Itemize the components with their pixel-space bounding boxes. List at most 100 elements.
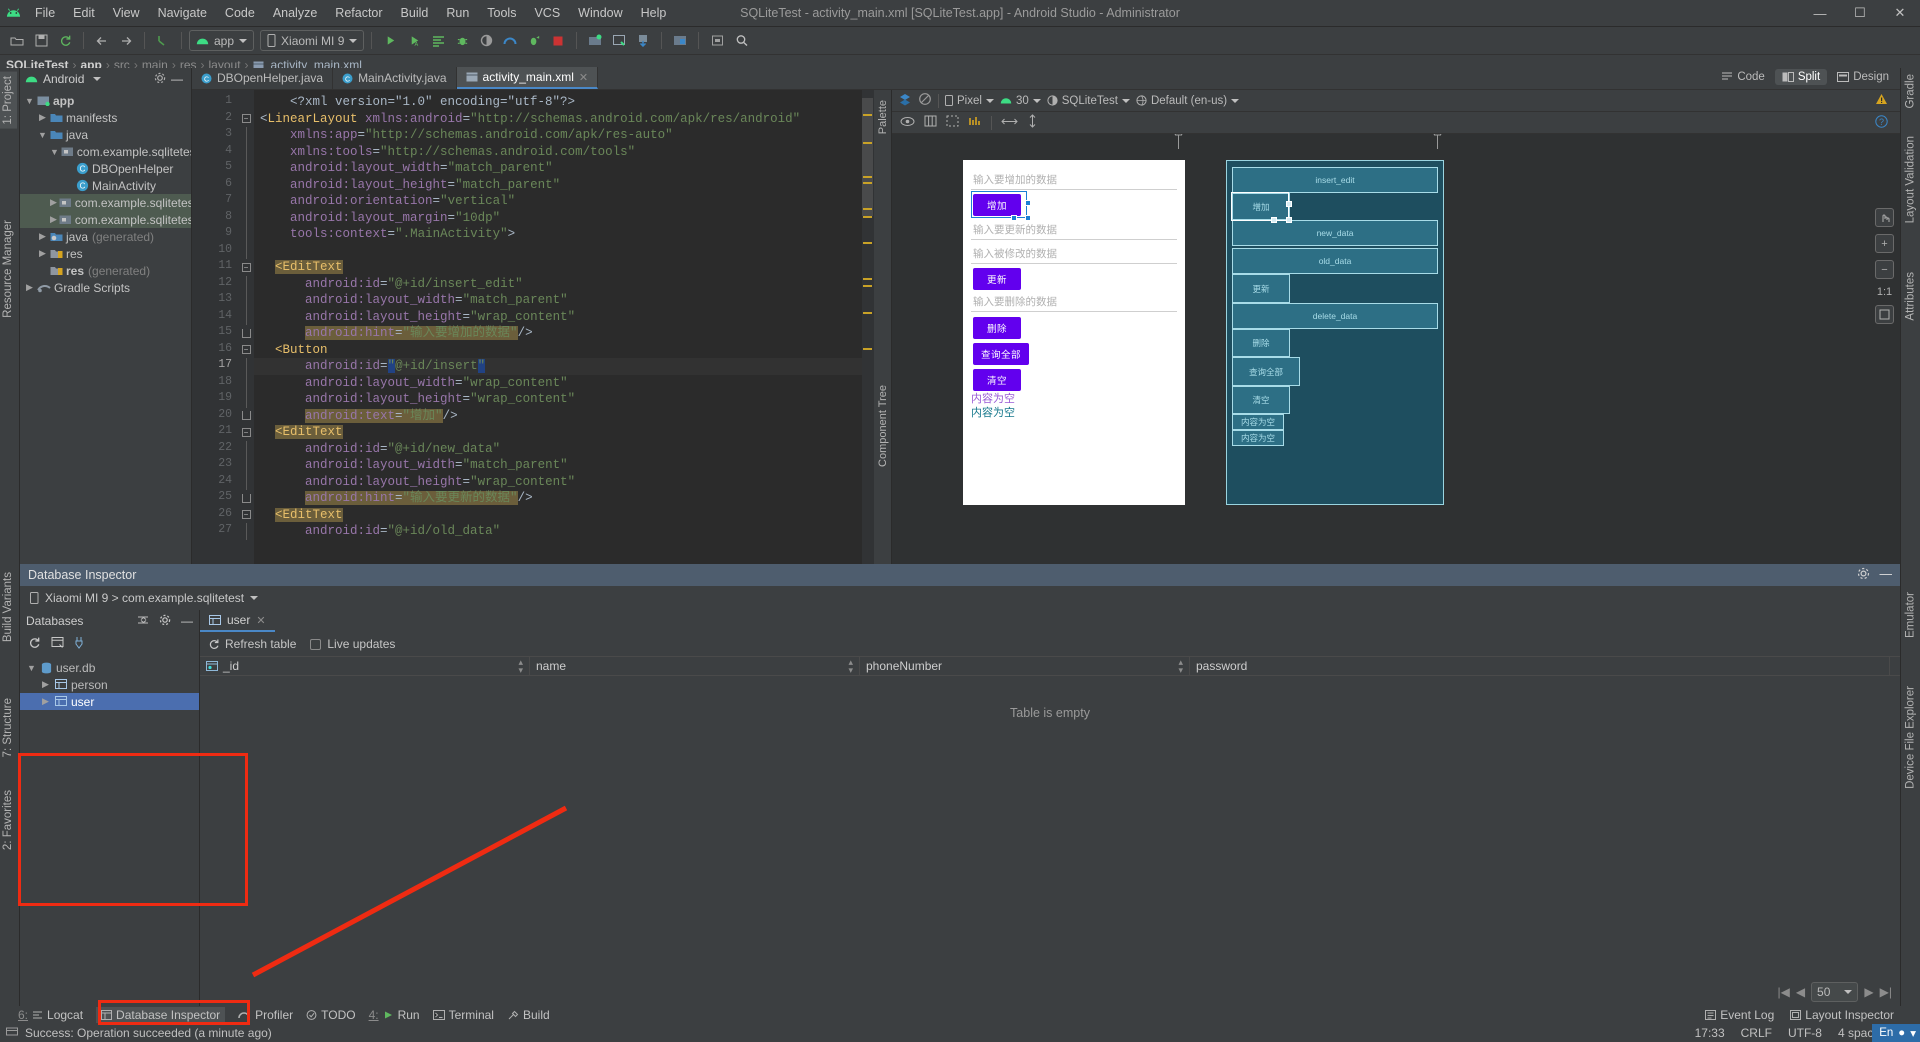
debug-run-icon[interactable]: A [403,30,425,52]
code-fold-toggle[interactable] [238,408,254,425]
device-selector[interactable]: Xiaomi MI 9 [260,30,365,51]
blueprint-button[interactable]: 清空 [1232,386,1290,414]
code-line[interactable]: android:hint="输入要增加的数据"/> [254,325,862,342]
chevron-right-icon[interactable]: ▶ [50,197,57,208]
db-tree-node-user-db[interactable]: ▼ user.db [20,659,199,676]
sidebar-item-layout-validation[interactable]: Layout Validation [1900,132,1920,227]
blueprint-edittext[interactable]: insert_edit [1232,167,1438,193]
code-fold-toggle[interactable]: − [238,111,254,128]
code-fold-toggle[interactable]: − [238,342,254,359]
tool-window-button-logcat[interactable]: 6: Logcat [18,1008,83,1022]
minimize-button[interactable]: — [1800,0,1840,26]
databases-tree[interactable]: ▼ user.db ▶ person ▶ user [20,656,199,1006]
chevron-right-icon[interactable]: ▶ [37,248,48,259]
error-count-icon[interactable] [968,115,982,130]
blueprint-button[interactable]: 删除 [1232,329,1290,357]
tree-node-gradle-scripts[interactable]: ▶ Gradle Scripts [20,279,191,296]
code-line[interactable]: android:text="增加"/> [254,408,862,425]
sdk-manager-icon[interactable] [584,30,606,52]
table-tab-user[interactable]: user ✕ [200,610,275,632]
menu-bar[interactable]: File Edit View Navigate Code Analyze Refactor B… [26,3,675,23]
project-structure-icon[interactable] [669,30,691,52]
editor-tab-dbopenhelper-java[interactable]: C DBOpenHelper.java [192,67,334,89]
chevron-right-icon[interactable]: ▶ [37,231,48,242]
zoom-out-icon[interactable]: − [1875,260,1894,279]
menu-item-view[interactable]: View [104,3,149,23]
table-pager[interactable]: |◀ ◀ 50 ▶ ▶| [1777,982,1892,1002]
ime-indicator[interactable]: En ● ▾ [1872,1024,1920,1042]
database-device-selector[interactable]: Xiaomi MI 9 > com.example.sqlitetest [20,586,1900,610]
right-lower-tool-strip[interactable]: Emulator Device File Explorer [1900,564,1920,1006]
window-controls[interactable]: — ☐ ✕ [1800,0,1920,26]
help-icon[interactable]: ? [1875,114,1888,131]
code-line[interactable]: android:hint="输入要更新的数据"/> [254,490,862,507]
table-column-header[interactable]: password [1190,656,1890,676]
tree-node-java[interactable]: ▼ java [20,126,191,143]
device-manager-icon[interactable] [706,30,728,52]
preview-edittext[interactable]: 输入被修改的数据 [971,246,1177,264]
tree-node-res[interactable]: ▶ res [20,245,191,262]
sidebar-item-attributes[interactable]: Attributes [1900,268,1920,325]
tool-window-bar[interactable]: 6: Logcat Database Inspector Profiler TODO 4:… [0,1006,1920,1024]
design-view-options-toolbar[interactable]: ? [892,112,1900,134]
device-combo[interactable]: Pixel [945,95,994,107]
table-column-header[interactable]: _id ▴ ▾ [200,656,530,676]
menu-item-analyze[interactable]: Analyze [264,3,326,23]
ime-menu-icon[interactable]: ▾ [1910,1026,1916,1040]
table-header-row[interactable]: _id ▴ ▾ name ▴ ▾ phoneNumber ▴ ▾ password [200,656,1900,676]
coverage-icon[interactable] [475,30,497,52]
blueprint-edittext[interactable]: old_data [1232,248,1438,274]
code-line[interactable]: tools:context=".MainActivity"> [254,226,862,243]
sidebar-item-gradle[interactable]: Gradle [1900,70,1920,113]
code-line[interactable]: android:layout_height="wrap_content" [254,309,862,326]
chevron-down-icon[interactable]: ▼ [26,663,37,673]
page-size-select[interactable]: 50 [1811,982,1859,1002]
sidebar-item-structure[interactable]: 7: Structure [0,694,17,761]
resize-handle[interactable] [1286,217,1292,223]
code-line[interactable]: android:layout_height="match_parent" [254,177,862,194]
prev-page-icon[interactable]: ◀ [1796,985,1805,999]
blueprint-button[interactable]: 更新 [1232,274,1290,303]
table-column-header[interactable]: phoneNumber ▴ ▾ [860,656,1190,676]
tool-window-button-event-log[interactable]: Event Log [1705,1008,1774,1022]
chevron-down-icon[interactable] [93,77,102,81]
tree-node-com-example-sqlitetest[interactable]: ▼ com.example.sqlitetest [20,143,191,160]
editor-tab-bar[interactable]: C DBOpenHelper.java C MainActivity.java acti… [192,67,1900,90]
code-line[interactable]: xmlns:tools="http://schemas.android.com/… [254,144,862,161]
blueprint-icon[interactable] [918,92,932,109]
forward-arrow-icon[interactable] [115,30,137,52]
resize-handle[interactable] [1271,217,1277,223]
avd-manager-icon[interactable] [608,30,630,52]
component-tree-tab[interactable]: Component Tree [877,385,889,467]
menu-item-edit[interactable]: Edit [64,3,104,23]
tree-node-app[interactable]: ▼ app [20,92,191,109]
databases-toolbar[interactable] [20,632,199,656]
resize-handle[interactable] [1025,200,1031,206]
chevron-down-icon[interactable]: ▼ [50,147,59,157]
warning-triangle-icon[interactable] [1875,93,1888,108]
preview-button[interactable]: 清空 [973,369,1021,391]
tool-window-button-layout-inspector[interactable]: Layout Inspector [1790,1008,1894,1022]
checkbox-icon[interactable] [310,638,322,650]
code-line[interactable]: xmlns:app="http://schemas.android.com/ap… [254,127,862,144]
resize-handle[interactable] [1011,215,1017,221]
sidebar-item-project[interactable]: 1: Project [0,72,17,129]
stop-icon[interactable] [547,30,569,52]
db-hide-icon[interactable]: — [1880,567,1893,583]
tool-window-bar-right[interactable]: Event Log Layout Inspector [1705,1008,1920,1022]
locale-combo[interactable]: Default (en-us) [1136,95,1240,107]
layout-preview-device[interactable]: 输入要增加的数据 增加 输入要更新的数据 输入被修改的数据 更新 输入要删除的数据 删除 查询… [963,160,1185,505]
menu-item-tools[interactable]: Tools [478,3,525,23]
menu-item-refactor[interactable]: Refactor [326,3,391,23]
blueprint-edittext[interactable]: new_data [1232,220,1438,246]
editor-tab-activity-main-xml[interactable]: activity_main.xml ✕ [456,67,599,89]
project-view-header[interactable]: Android — [20,68,191,90]
chevron-right-icon[interactable]: ▶ [24,282,35,293]
resize-handle[interactable] [1286,201,1292,207]
code-line[interactable]: android:layout_width="match_parent" [254,160,862,177]
run-icon[interactable] [379,30,401,52]
refresh-schema-icon[interactable] [28,636,41,652]
code-line[interactable]: android:layout_width="wrap_content" [254,375,862,392]
constraints-icon[interactable] [946,115,959,130]
design-toolbar[interactable]: Pixel 30 SQLiteTest Default (en-us) [892,90,1900,112]
